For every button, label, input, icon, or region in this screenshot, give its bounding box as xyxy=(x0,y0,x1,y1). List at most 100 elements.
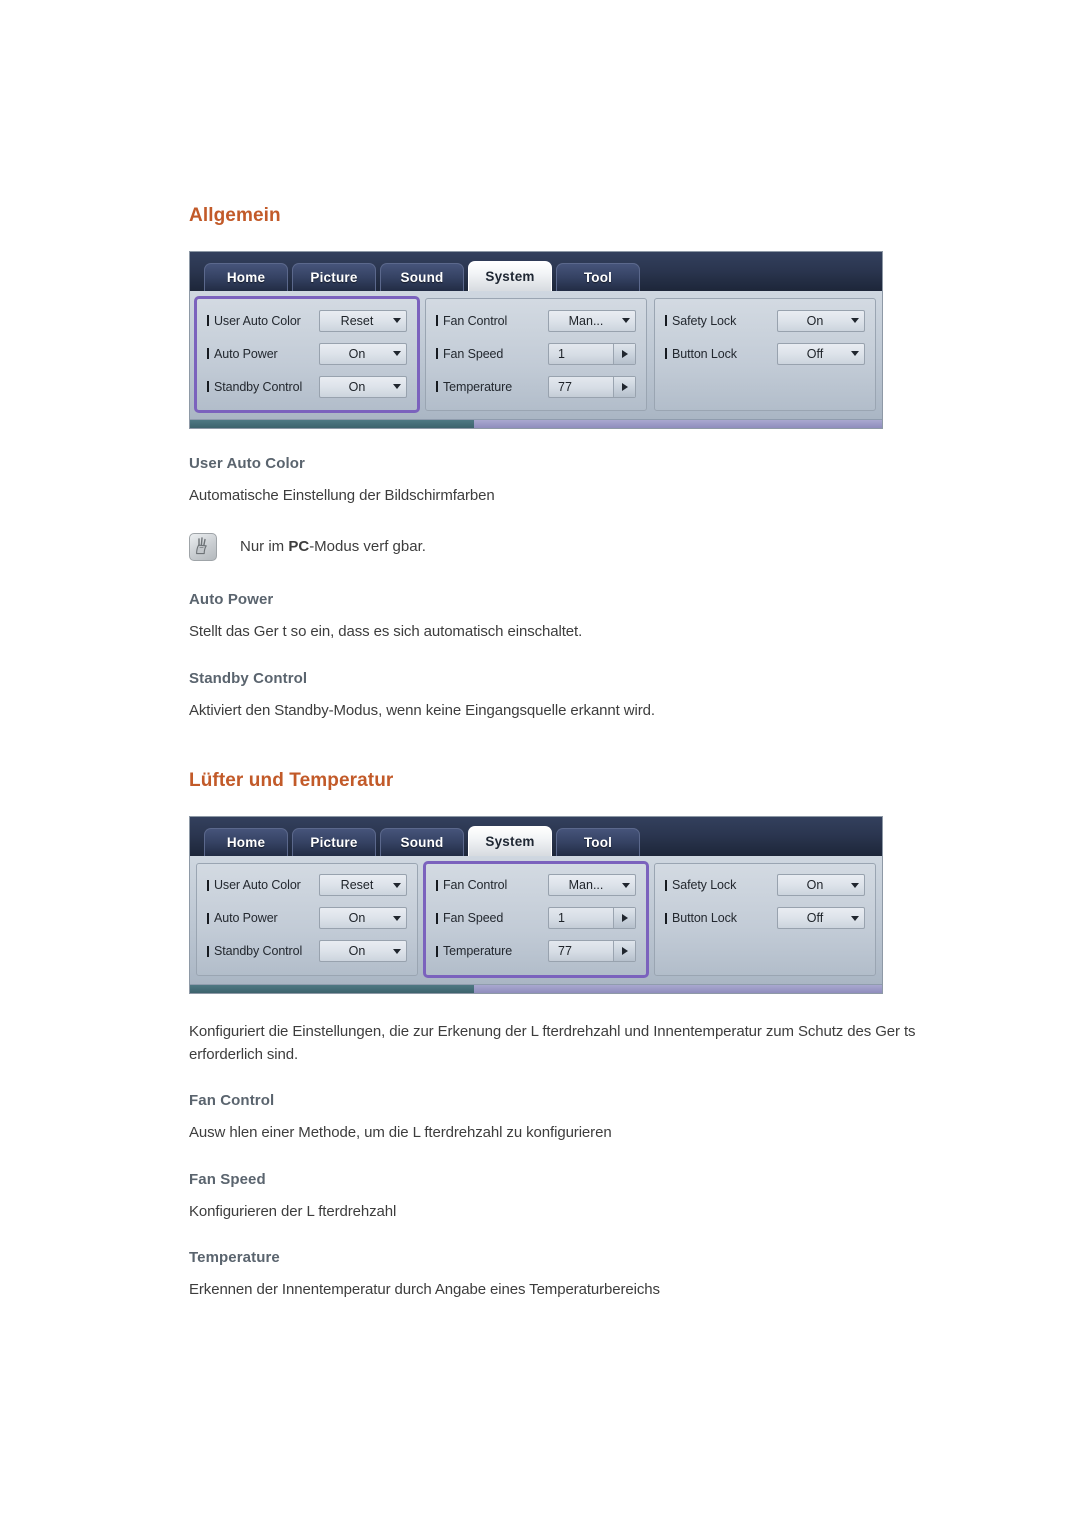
bullet-marker-icon xyxy=(665,348,667,359)
note-suffix: -Modus verf gbar. xyxy=(309,538,426,556)
combo-value: On xyxy=(806,878,824,893)
heading-standby-control: Standby Control xyxy=(189,669,308,687)
row-auto-power: Auto Power On xyxy=(207,906,407,931)
spinner-temperature[interactable]: 77 xyxy=(548,375,636,398)
label-temperature: Temperature xyxy=(436,944,548,958)
bullet-marker-icon xyxy=(665,879,667,891)
chevron-down-icon xyxy=(388,915,406,921)
bullet-marker-icon xyxy=(207,879,209,891)
label-button-lock: Button Lock xyxy=(665,911,777,925)
combo-value: On xyxy=(348,911,366,926)
note-pen-icon xyxy=(189,533,217,562)
combo-value: On xyxy=(348,944,366,959)
spinner-value: 77 xyxy=(558,379,572,394)
tab-sound[interactable]: Sound xyxy=(380,827,464,856)
osd-group-fan: Fan Control Man... Fan Speed 1 Temperatu… xyxy=(423,860,649,978)
label-fan-control: Fan Control xyxy=(436,314,548,328)
combo-fan-control[interactable]: Man... xyxy=(548,874,636,897)
text-fan-intro: Konfiguriert die Einstellungen, die zur … xyxy=(189,1022,916,1063)
combo-auto-power[interactable]: On xyxy=(319,907,407,930)
document-page: Allgemein Home Picture Sound System Tool… xyxy=(0,0,1080,1527)
tab-home[interactable]: Home xyxy=(204,827,288,856)
bullet-marker-icon xyxy=(207,912,209,924)
combo-value: Off xyxy=(806,346,824,361)
osd-panel-fan: Home Picture Sound System Tool User Auto… xyxy=(189,815,883,994)
label-standby-control: Standby Control xyxy=(207,380,319,394)
combo-value: On xyxy=(348,346,366,361)
row-fan-control: Fan Control Man... xyxy=(436,873,636,898)
heading-temperature: Temperature xyxy=(189,1248,280,1266)
tab-picture[interactable]: Picture xyxy=(292,827,376,856)
combo-fan-control[interactable]: Man... xyxy=(548,309,636,332)
label-temperature: Temperature xyxy=(436,380,548,394)
spinner-fan-speed[interactable]: 1 xyxy=(548,342,636,365)
osd-group-fan: Fan Control Man... Fan Speed 1 Temperatu… xyxy=(425,298,647,411)
label-auto-power: Auto Power xyxy=(207,347,319,361)
chevron-down-icon xyxy=(846,882,864,888)
tab-tool[interactable]: Tool xyxy=(556,827,640,856)
note-callout: Nur im PC-Modus verf gbar. xyxy=(189,533,989,562)
label-fan-control: Fan Control xyxy=(436,878,548,892)
label-auto-power: Auto Power xyxy=(207,911,319,925)
row-fan-speed: Fan Speed 1 xyxy=(436,906,636,931)
combo-safety-lock[interactable]: On xyxy=(777,874,865,897)
tab-home[interactable]: Home xyxy=(204,263,288,291)
row-standby-control: Standby Control On xyxy=(207,374,407,399)
note-bold: PC xyxy=(288,538,310,556)
chevron-down-icon xyxy=(617,318,635,323)
bullet-marker-icon xyxy=(436,348,438,359)
chevron-down-icon xyxy=(388,948,406,954)
note-text: Nur im PC-Modus verf gbar. xyxy=(240,533,426,557)
combo-auto-power[interactable]: On xyxy=(319,342,407,365)
combo-user-auto-color[interactable]: Reset xyxy=(319,309,407,332)
chevron-down-icon xyxy=(388,882,406,888)
text-user-auto-color: Automatische Einstellung der Bildschirmf… xyxy=(189,487,495,504)
combo-value: Off xyxy=(806,911,824,926)
row-user-auto-color: User Auto Color Reset xyxy=(207,873,407,898)
chevron-down-icon xyxy=(846,351,864,356)
spinner-temperature[interactable]: 77 xyxy=(548,940,636,963)
note-prefix: Nur im xyxy=(240,538,289,556)
osd-scroll-strip[interactable] xyxy=(190,419,882,428)
combo-standby-control[interactable]: On xyxy=(319,375,407,398)
heading-fan-control: Fan Control xyxy=(189,1092,275,1110)
osd-group-lock: Safety Lock On Button Lock Off xyxy=(654,862,876,976)
scroll-strip-right xyxy=(473,984,882,993)
row-standby-control: Standby Control On xyxy=(207,939,407,964)
page-title-allgemein: Allgemein xyxy=(189,205,281,226)
combo-value: Man... xyxy=(568,878,604,893)
scroll-strip-left xyxy=(190,420,474,428)
bullet-marker-icon xyxy=(665,912,667,924)
chevron-right-icon[interactable] xyxy=(613,941,635,962)
osd-body: User Auto Color Reset Auto Power On Stan… xyxy=(190,291,882,419)
row-fan-speed: Fan Speed 1 xyxy=(436,341,636,366)
chevron-down-icon xyxy=(846,915,864,921)
osd-group-general: User Auto Color Reset Auto Power On Stan… xyxy=(196,862,418,976)
tab-system[interactable]: System xyxy=(468,825,552,856)
tab-system[interactable]: System xyxy=(468,261,552,291)
chevron-right-icon[interactable] xyxy=(613,908,635,929)
combo-button-lock[interactable]: Off xyxy=(777,907,865,930)
bullet-marker-icon xyxy=(207,945,209,957)
label-safety-lock: Safety Lock xyxy=(665,878,777,892)
tab-sound[interactable]: Sound xyxy=(380,263,464,291)
combo-button-lock[interactable]: Off xyxy=(777,342,865,365)
osd-tabbar: Home Picture Sound System Tool xyxy=(190,816,882,856)
chevron-right-icon[interactable] xyxy=(613,343,635,364)
combo-safety-lock[interactable]: On xyxy=(777,309,865,332)
chevron-down-icon xyxy=(617,882,635,888)
row-button-lock: Button Lock Off xyxy=(665,906,865,931)
combo-standby-control[interactable]: On xyxy=(319,940,407,963)
tab-picture[interactable]: Picture xyxy=(292,263,376,291)
osd-scroll-strip[interactable] xyxy=(190,983,882,993)
label-fan-speed: Fan Speed xyxy=(436,911,548,925)
combo-value: On xyxy=(348,379,366,394)
chevron-down-icon xyxy=(846,318,864,323)
bullet-marker-icon xyxy=(436,912,438,924)
spinner-value: 77 xyxy=(558,944,572,959)
spinner-fan-speed[interactable]: 1 xyxy=(548,907,636,930)
tab-tool[interactable]: Tool xyxy=(556,263,640,291)
combo-user-auto-color[interactable]: Reset xyxy=(319,874,407,897)
bullet-marker-icon xyxy=(436,315,438,326)
chevron-right-icon[interactable] xyxy=(613,376,635,397)
